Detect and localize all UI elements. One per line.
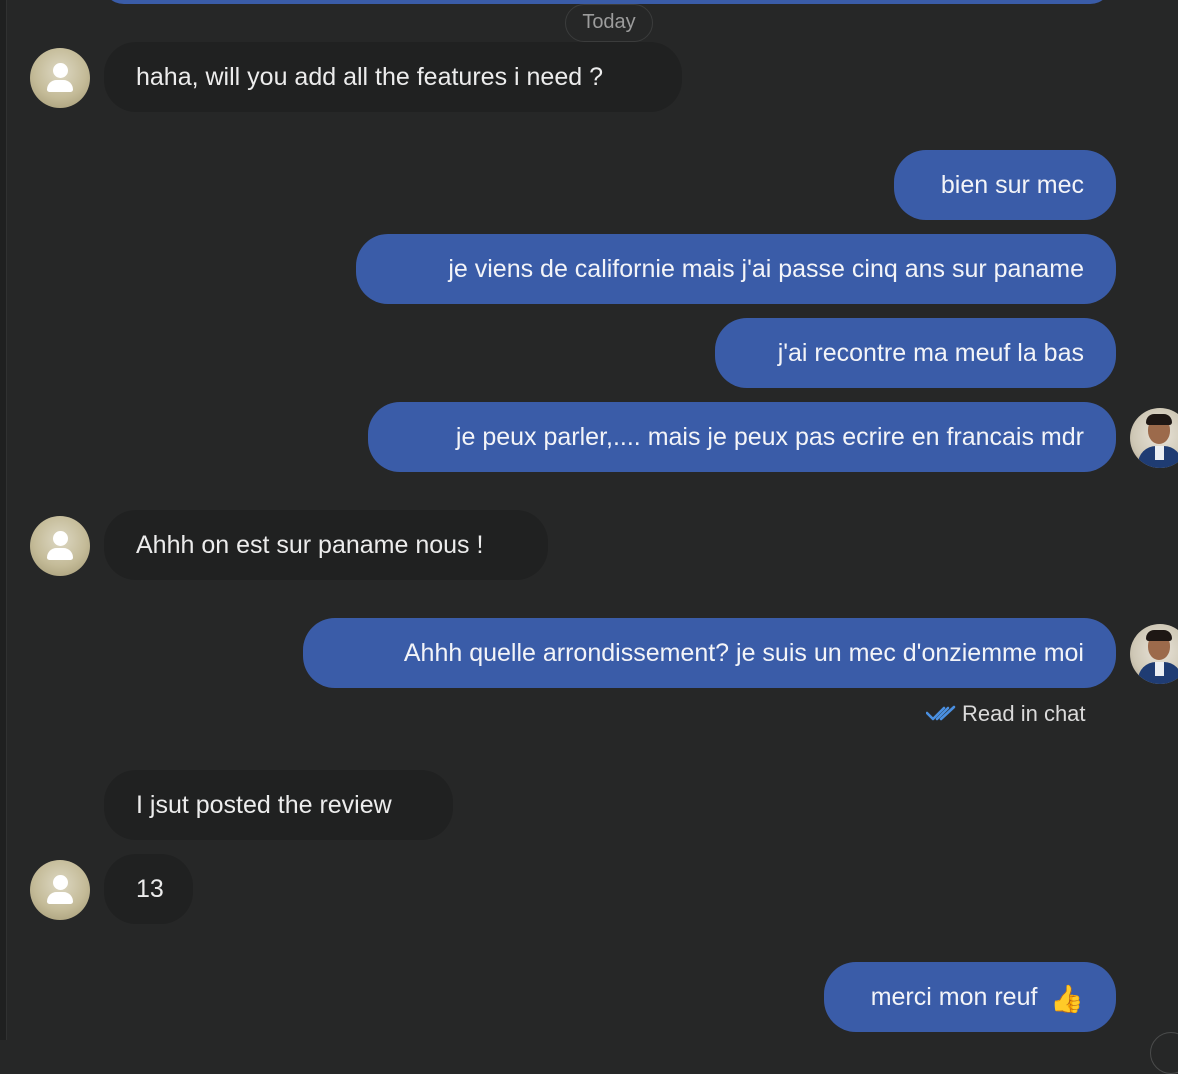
message-text: Ahhh quelle arrondissement? je suis un m… xyxy=(403,639,1084,667)
contact-avatar[interactable] xyxy=(30,860,90,920)
scroll-button[interactable] xyxy=(1150,1032,1178,1074)
message-text: Ahhh on est sur paname nous ! xyxy=(136,531,484,559)
read-receipt-label: Read in chat xyxy=(962,701,1086,726)
outgoing-message[interactable]: merci mon reuf 👍 xyxy=(824,962,1116,1032)
user-silhouette-icon xyxy=(53,875,68,890)
user-silhouette-icon xyxy=(53,531,68,546)
contact-avatar[interactable] xyxy=(30,516,90,576)
outgoing-message[interactable]: j'ai recontre ma meuf la bas xyxy=(715,318,1116,388)
message-text: haha, will you add all the features i ne… xyxy=(136,63,603,91)
message-text: I jsut posted the review xyxy=(136,791,392,819)
incoming-message[interactable]: haha, will you add all the features i ne… xyxy=(104,42,682,112)
outgoing-message[interactable]: Ahhh quelle arrondissement? je suis un m… xyxy=(303,618,1116,688)
contact-avatar[interactable] xyxy=(30,48,90,108)
message-text: je peux parler,.... mais je peux pas ecr… xyxy=(455,423,1084,451)
double-check-icon xyxy=(926,705,956,721)
message-text: merci mon reuf xyxy=(870,983,1038,1011)
thumbs-up-icon: 👍 xyxy=(1050,984,1084,1014)
incoming-message[interactable]: 13 xyxy=(104,854,193,924)
incoming-message[interactable]: Ahhh on est sur paname nous ! xyxy=(104,510,548,580)
message-text: je viens de californie mais j'ai passe c… xyxy=(448,255,1084,283)
outgoing-message[interactable]: je viens de californie mais j'ai passe c… xyxy=(356,234,1116,304)
message-text: bien sur mec xyxy=(940,171,1084,199)
left-panel-border xyxy=(0,0,7,1040)
outgoing-message[interactable]: je peux parler,.... mais je peux pas ecr… xyxy=(368,402,1116,472)
incoming-message[interactable]: I jsut posted the review xyxy=(104,770,453,840)
user-silhouette-icon xyxy=(53,63,68,78)
message-text: j'ai recontre ma meuf la bas xyxy=(777,339,1084,367)
message-text: 13 xyxy=(136,875,164,903)
date-separator: Today xyxy=(565,4,653,42)
my-avatar[interactable] xyxy=(1130,624,1178,684)
read-receipt: Read in chat xyxy=(926,698,1086,730)
my-avatar[interactable] xyxy=(1130,408,1178,468)
outgoing-message[interactable]: bien sur mec xyxy=(894,150,1116,220)
